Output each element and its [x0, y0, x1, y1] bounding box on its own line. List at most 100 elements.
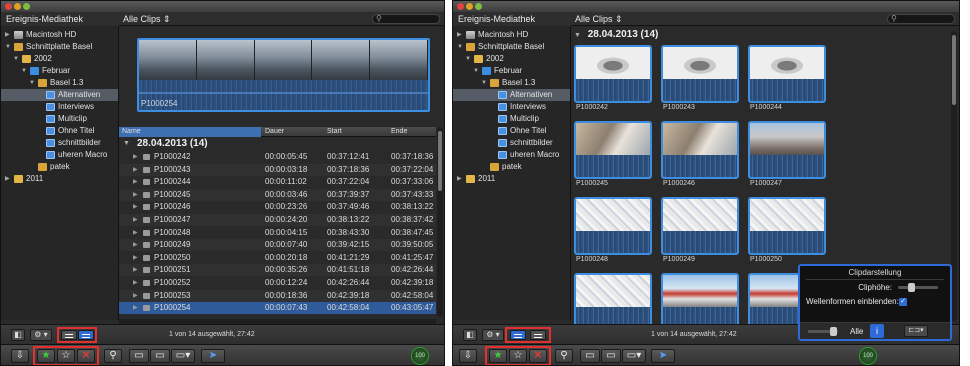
- clip-filmstrip[interactable]: [748, 197, 826, 255]
- search-field[interactable]: ⚲: [372, 14, 440, 24]
- disclosure-triangle-icon[interactable]: ▶: [133, 151, 138, 163]
- disclosure-triangle-icon[interactable]: ▶: [457, 29, 462, 41]
- table-row[interactable]: ▶ P1000252 00:00:12:24 00:42:26:44 00:42:39:…: [119, 277, 436, 289]
- clip-thumbnail[interactable]: [661, 273, 739, 324]
- group-disclosure-icon[interactable]: ▼: [574, 32, 581, 39]
- table-row[interactable]: ▶ P1000254 00:00:07:43 00:42:58:04 00:43:05:…: [119, 302, 436, 315]
- connect-clip-button[interactable]: ▭: [129, 349, 149, 363]
- table-row[interactable]: ▶ P1000253 00:00:18:36 00:42:39:18 00:42:58:…: [119, 289, 436, 302]
- action-menu-button[interactable]: ⚙ ▾: [482, 329, 504, 341]
- minimize-window-button[interactable]: [466, 3, 473, 10]
- clip-thumbnail[interactable]: P1000249: [661, 197, 739, 265]
- library-item[interactable]: ▼ Schnittplatte Basel: [1, 41, 118, 53]
- unrate-button[interactable]: ☆: [57, 349, 75, 363]
- zoom-window-button[interactable]: [475, 3, 482, 10]
- clip-filmstrip[interactable]: [574, 45, 652, 103]
- disclosure-triangle-icon[interactable]: ▶: [5, 29, 10, 41]
- clip-thumbnail[interactable]: P1000245: [574, 121, 652, 189]
- slider-knob[interactable]: [908, 283, 915, 292]
- clip-filmstrip[interactable]: [748, 121, 826, 179]
- disclosure-triangle-icon[interactable]: ▶: [133, 227, 138, 239]
- column-header-start[interactable]: Start: [327, 127, 342, 137]
- column-header-end[interactable]: Ende: [391, 127, 407, 137]
- library-item[interactable]: ▼ Schnittplatte Basel: [453, 41, 570, 53]
- library-item[interactable]: ▼ Basel 1.3: [1, 77, 118, 89]
- disclosure-triangle-icon[interactable]: ▼: [473, 65, 479, 77]
- disclosure-triangle-icon[interactable]: ▶: [133, 302, 138, 314]
- disclosure-triangle-icon[interactable]: ▶: [133, 189, 138, 201]
- clip-filter-popup[interactable]: Alle Clips ⇕: [123, 14, 171, 25]
- date-group-row[interactable]: ▼ 28.04.2013 (14): [574, 29, 949, 42]
- zoom-slider[interactable]: [808, 327, 838, 336]
- table-row[interactable]: ▶ P1000242 00:00:05:45 00:37:12:41 00:37:18:…: [119, 151, 436, 163]
- clip-thumbnail[interactable]: P1000244: [748, 45, 826, 113]
- insert-clip-button[interactable]: ▭: [150, 349, 170, 363]
- unrate-button[interactable]: ☆: [509, 349, 527, 363]
- connect-clip-button[interactable]: ▭: [580, 349, 600, 363]
- disclosure-triangle-icon[interactable]: ▼: [21, 65, 27, 77]
- table-row[interactable]: ▶ P1000243 00:00:03:18 00:37:18:36 00:37:22:…: [119, 163, 436, 176]
- disclosure-triangle-icon[interactable]: ▼: [457, 41, 463, 53]
- clip-thumbnail[interactable]: P1000246: [661, 121, 739, 189]
- clip-filmstrip[interactable]: [748, 45, 826, 103]
- disclosure-triangle-icon[interactable]: ▶: [133, 164, 138, 176]
- library-item[interactable]: ▶ 2011: [1, 173, 118, 185]
- clip-filmstrip[interactable]: [574, 197, 652, 255]
- disclosure-triangle-icon[interactable]: ▼: [29, 77, 35, 89]
- background-task-indicator[interactable]: 100: [411, 347, 429, 365]
- library-item[interactable]: ▼ Februar: [453, 65, 570, 77]
- keyword-editor-button[interactable]: ⚲: [104, 349, 122, 363]
- favorite-button[interactable]: ★: [489, 349, 507, 363]
- disclosure-triangle-icon[interactable]: ▼: [5, 41, 11, 53]
- library-item[interactable]: ▼ Februar: [1, 65, 118, 77]
- library-item[interactable]: Alternativen: [453, 89, 570, 101]
- disclosure-triangle-icon[interactable]: ▼: [481, 77, 487, 89]
- library-item[interactable]: Alternativen: [1, 89, 118, 101]
- action-menu-button[interactable]: ⚙ ▾: [30, 329, 52, 341]
- disclosure-triangle-icon[interactable]: ▶: [133, 201, 138, 213]
- library-item[interactable]: schnittbilder: [1, 137, 118, 149]
- vertical-scrollbar[interactable]: [437, 127, 443, 317]
- reject-button[interactable]: ✕: [529, 349, 547, 363]
- disclosure-triangle-icon[interactable]: ▶: [457, 173, 462, 185]
- disclosure-triangle-icon[interactable]: ▶: [133, 277, 138, 289]
- table-row[interactable]: ▶ P1000244 00:00:11:02 00:37:22:04 00:37:33:…: [119, 176, 436, 188]
- library-item[interactable]: patek: [453, 161, 570, 173]
- clip-filmstrip[interactable]: [574, 121, 652, 179]
- library-item[interactable]: ▼ Basel 1.3: [453, 77, 570, 89]
- clip-size-button[interactable]: ⊏⊐▾: [904, 325, 928, 337]
- clip-thumbnail[interactable]: P1000248: [574, 197, 652, 265]
- clip-thumbnail[interactable]: P1000250: [748, 197, 826, 265]
- append-clip-button[interactable]: ▭▾: [622, 349, 646, 363]
- search-field[interactable]: ⚲: [887, 14, 955, 24]
- library-item[interactable]: Ohne Titel: [453, 125, 570, 137]
- import-button[interactable]: ⇩: [459, 349, 477, 363]
- disclosure-triangle-icon[interactable]: ▶: [133, 252, 138, 264]
- clip-filmstrip[interactable]: [661, 197, 739, 255]
- disclosure-triangle-icon[interactable]: ▼: [13, 53, 19, 65]
- clip-appearance-button[interactable]: i: [870, 324, 884, 338]
- select-tool-button[interactable]: ➤: [651, 349, 675, 363]
- column-header-name[interactable]: Name: [119, 127, 261, 137]
- library-item[interactable]: patek: [1, 161, 118, 173]
- clip-thumbnail[interactable]: P1000247: [748, 121, 826, 189]
- library-item[interactable]: uheren Macro: [453, 149, 570, 161]
- column-header-duration[interactable]: Dauer: [265, 127, 284, 137]
- minimize-window-button[interactable]: [14, 3, 21, 10]
- disclosure-triangle-icon[interactable]: ▼: [465, 53, 471, 65]
- clip-thumbnail[interactable]: P1000243: [661, 45, 739, 113]
- library-item[interactable]: ▶ Macintosh HD: [453, 29, 570, 41]
- library-item[interactable]: ▼ 2002: [453, 53, 570, 65]
- library-item[interactable]: Multiclip: [1, 113, 118, 125]
- close-window-button[interactable]: [5, 3, 12, 10]
- table-row[interactable]: ▶ P1000246 00:00:23:26 00:37:49:46 00:38:13:…: [119, 201, 436, 213]
- library-toggle-button[interactable]: ◧: [11, 329, 25, 341]
- import-button[interactable]: ⇩: [11, 349, 29, 363]
- library-item[interactable]: schnittbilder: [453, 137, 570, 149]
- close-window-button[interactable]: [457, 3, 464, 10]
- zoom-window-button[interactable]: [23, 3, 30, 10]
- group-disclosure-icon[interactable]: ▼: [123, 140, 130, 147]
- background-task-indicator[interactable]: 100: [859, 347, 877, 365]
- disclosure-triangle-icon[interactable]: ▶: [133, 239, 138, 251]
- disclosure-triangle-icon[interactable]: ▶: [5, 173, 10, 185]
